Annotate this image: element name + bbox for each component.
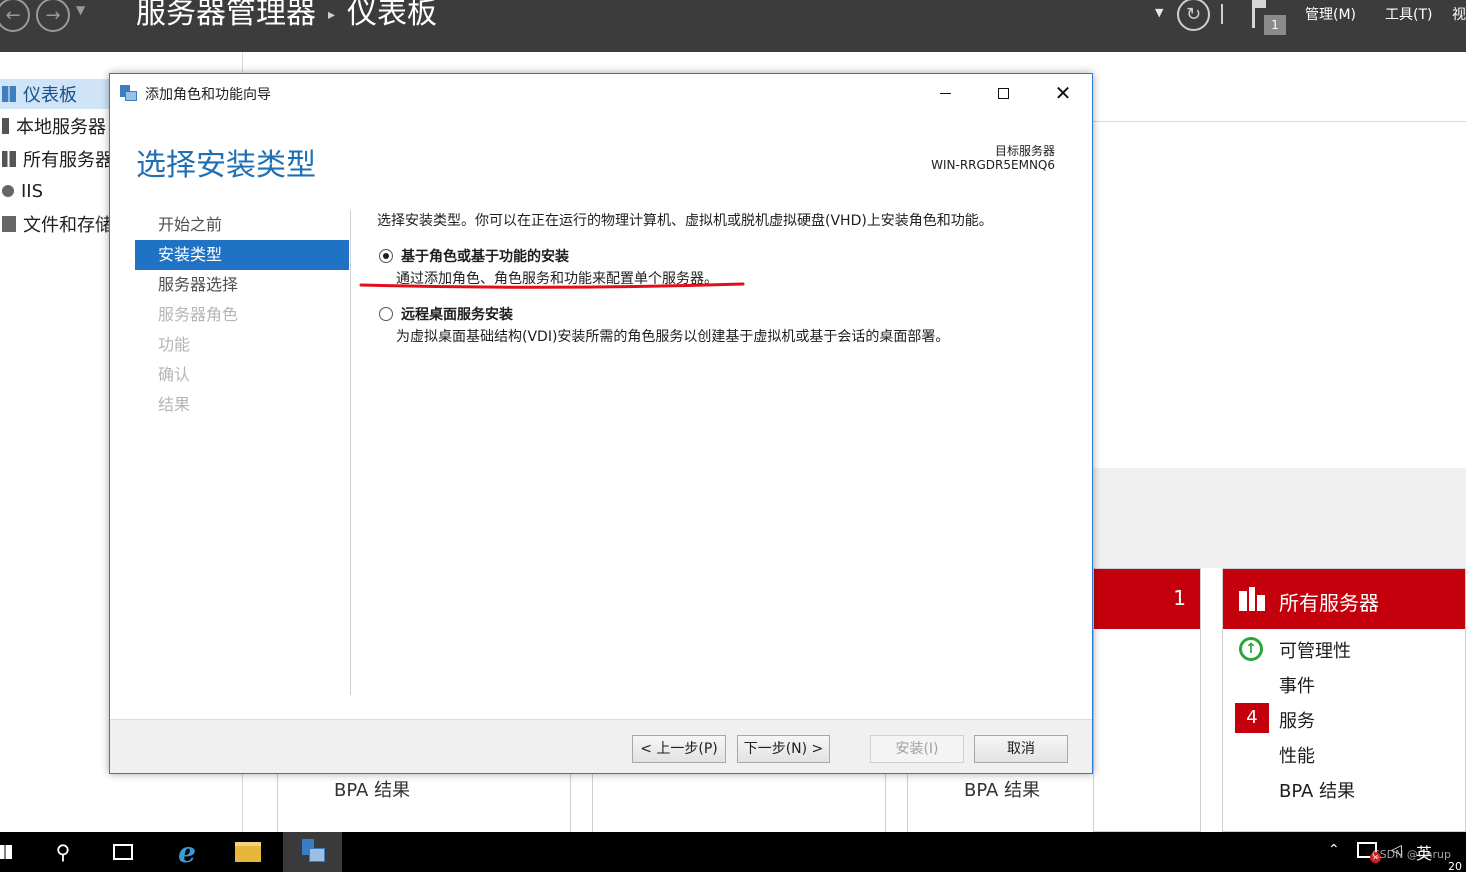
dialog-footer: < 上一步(P) 下一步(N) > 安装(I) 取消 [110,719,1092,773]
watermark-text: CSDN @Chrup [1372,848,1451,861]
step-confirmation: 确认 [158,365,191,384]
server-icon [2,118,9,134]
history-dropdown-icon[interactable]: ▼ [76,3,85,17]
iis-icon [2,185,14,197]
toolbar-divider [1221,4,1223,24]
page-description: 选择安装类型。你可以在正在运行的物理计算机、虚拟机或脱机虚拟硬盘(VHD)上安装… [377,213,993,229]
forward-arrow-icon[interactable]: → [36,0,70,32]
nav-item-label: IIS [21,180,44,202]
tray-chevron-up-icon[interactable]: ⌃ [1328,842,1340,858]
wizard-page-heading: 选择安装类型 [136,148,316,183]
windows-logo-icon [0,845,12,859]
page-title: 仪表板 [347,0,438,31]
chevron-down-icon[interactable]: ▼ [1155,6,1163,19]
nav-item-label: 所有服务器 [23,150,113,171]
menu-manage[interactable]: 管理(M) [1305,4,1356,24]
search-icon[interactable]: ⚲ [50,832,76,872]
step-before-you-begin[interactable]: 开始之前 [135,210,349,240]
minimize-icon [939,92,951,94]
step-features: 功能 [158,335,191,354]
services-alert-badge: 4 [1235,703,1269,733]
dashboard-tiles-header [1093,468,1466,568]
tile-row-manageability[interactable]: 可管理性 [1279,637,1351,663]
maximize-button[interactable] [974,74,1032,112]
tile-row-bpa[interactable]: BPA 结果 [1279,777,1355,803]
welcome-panel [1093,52,1466,122]
previous-button[interactable]: < 上一步(P) [632,735,726,763]
app-title: 服务器管理器 [136,0,316,31]
dialog-titlebar[interactable]: 添加角色和功能向导 ✕ [110,74,1092,112]
role-tile [277,772,571,832]
breadcrumb: 服务器管理器 ▸ 仪表板 [136,0,437,33]
tile-bpa-link[interactable]: BPA 结果 [964,776,1040,802]
tile-row-performance[interactable]: 性能 [1279,742,1315,768]
close-icon: ✕ [1054,81,1072,105]
cancel-button[interactable]: 取消 [974,735,1068,763]
start-button[interactable] [0,832,14,872]
tile-row-events[interactable]: 事件 [1279,672,1315,698]
next-button[interactable]: 下一步(N) > [737,735,830,763]
menu-view[interactable]: 视 [1452,4,1466,24]
refresh-icon[interactable]: ↻ [1177,0,1210,31]
steps-divider [350,210,351,695]
all-servers-tile: 所有服务器 ↑ 可管理性 事件 4 服务 性能 BPA 结果 [1222,568,1466,832]
role-based-install-label[interactable]: 基于角色或基于功能的安装 [401,246,569,266]
red-annotation-underline [359,282,745,289]
internet-explorer-icon[interactable]: e [172,832,202,872]
clock[interactable]: 20 [1448,860,1462,872]
destination-server-name: WIN-RRGDR5EMNQ6 [931,158,1055,172]
wizard-app-icon [120,85,137,101]
servers-icon [2,151,16,167]
alert-count: 1 [1173,586,1186,610]
step-installation-type[interactable]: 安装类型 [135,240,349,270]
minimize-button[interactable] [916,74,974,112]
back-arrow-icon[interactable]: ← [0,0,30,32]
server-manager-taskbar-icon[interactable] [283,832,342,872]
breadcrumb-separator: ▸ [328,6,336,23]
step-results: 结果 [158,395,191,414]
close-button[interactable]: ✕ [1034,74,1092,112]
nav-item-label: 本地服务器 [16,117,106,138]
remote-desktop-install-radio[interactable] [379,307,393,321]
tile-header[interactable]: 所有服务器 [1223,569,1465,629]
remote-desktop-install-label[interactable]: 远程桌面服务安装 [401,304,513,324]
local-server-tile: 1 [1093,568,1201,832]
destination-server-label: 目标服务器 [994,144,1055,158]
input-method-indicator[interactable]: 英 [1416,840,1432,864]
server-manager-titlebar: ← → ▼ 服务器管理器 ▸ 仪表板 ▼ ↻ 1 管理(M) 工具(T) 视 [0,0,1466,52]
step-server-roles: 服务器角色 [158,305,239,324]
step-server-selection[interactable]: 服务器选择 [135,270,349,300]
role-tile [592,772,886,832]
remote-desktop-install-description: 为虚拟桌面基础结构(VDI)安装所需的角色服务以创建基于虚拟机或基于会话的桌面部… [396,329,950,345]
task-view-icon[interactable] [110,832,136,872]
dashboard-icon [2,86,16,102]
nav-item-label: 文件和存储 [23,215,113,236]
maximize-icon [997,87,1009,99]
tile-header[interactable]: 1 [1094,569,1200,629]
add-roles-wizard-dialog: 添加角色和功能向导 ✕ 选择安装类型 目标服务器 WIN-RRGDR5EMNQ6… [109,73,1093,774]
tile-title: 所有服务器 [1279,591,1379,615]
tile-row-services[interactable]: 服务 [1279,707,1315,733]
notification-count-badge: 1 [1264,15,1286,35]
role-based-install-radio[interactable] [379,249,393,263]
servers-icon [1239,587,1265,611]
nav-item-label: 仪表板 [23,85,77,106]
taskbar: ⚲ e ⌃ ✕ ◁ CSDN @Chrup 英 20 [0,832,1466,872]
menu-tools[interactable]: 工具(T) [1385,4,1432,24]
dialog-title: 添加角色和功能向导 [145,87,271,103]
storage-icon [2,216,16,232]
arrow-up-circle-icon: ↑ [1239,637,1263,661]
tile-bpa-link[interactable]: BPA 结果 [334,776,410,802]
install-button: 安装(I) [870,735,964,763]
file-explorer-icon[interactable] [233,832,263,872]
